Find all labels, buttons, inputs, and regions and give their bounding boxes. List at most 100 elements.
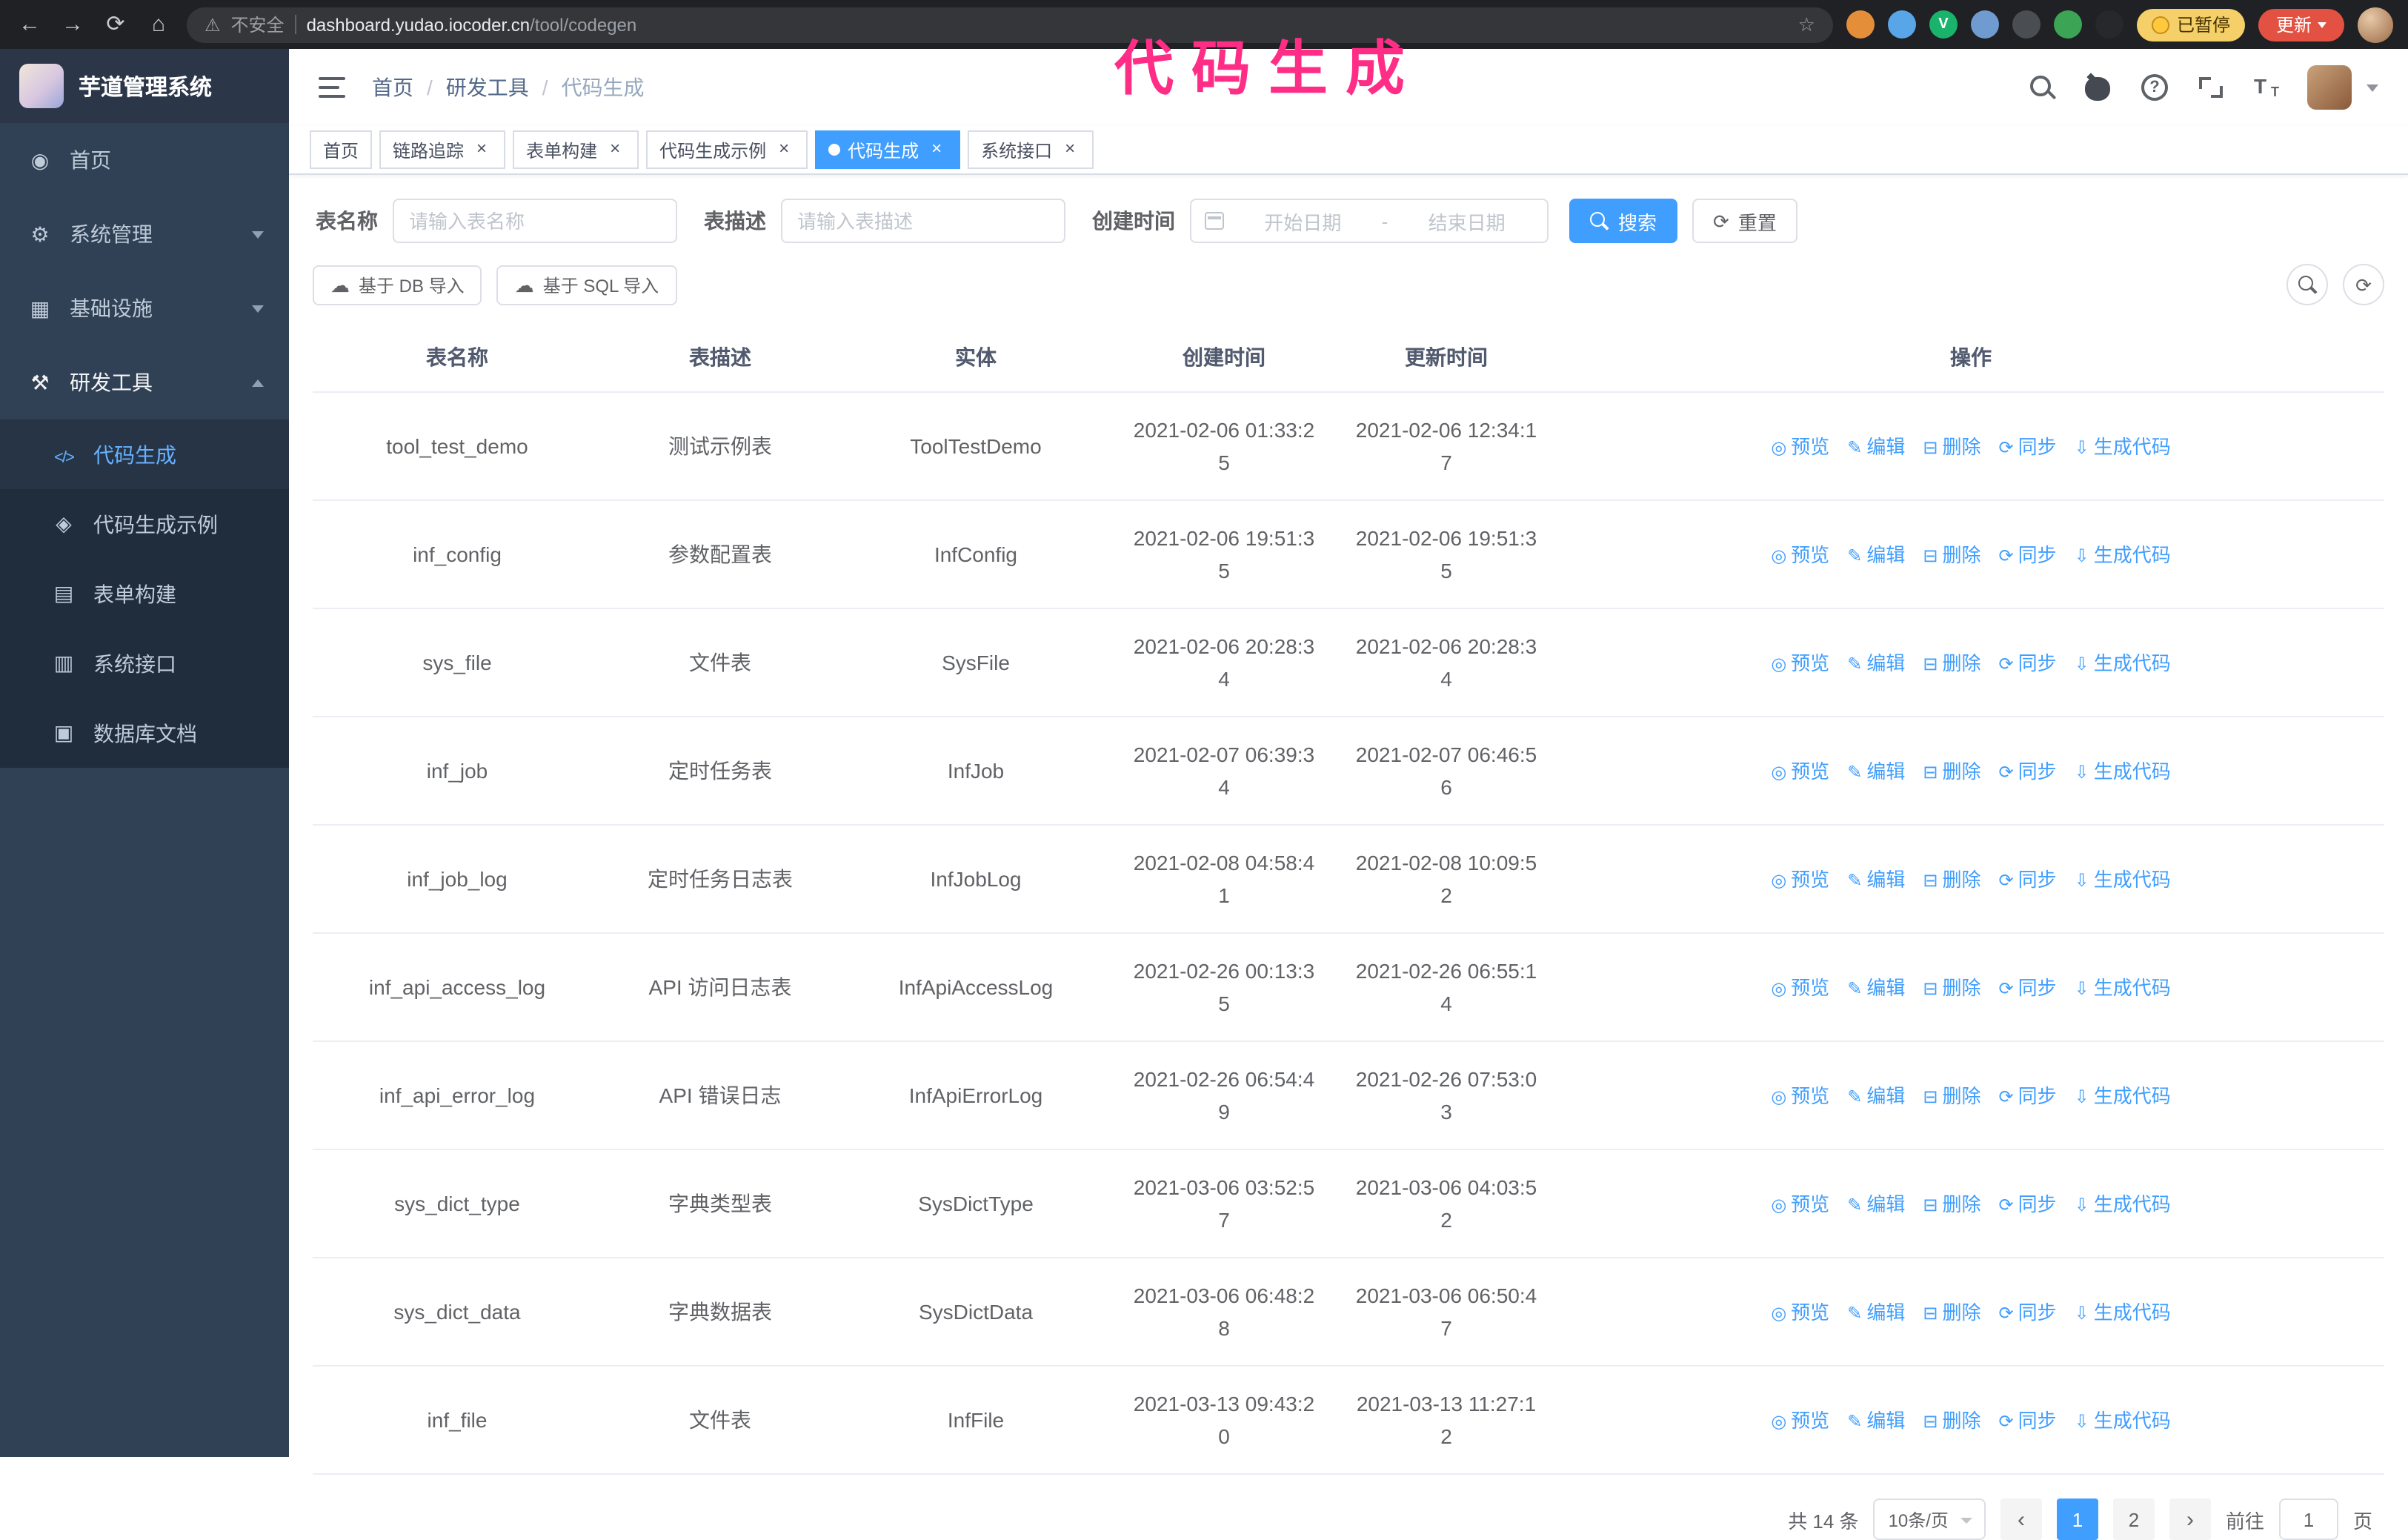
view-tab[interactable]: 系统接口 × — [968, 130, 1094, 169]
question-icon[interactable] — [2138, 71, 2171, 104]
extension-leaf-icon[interactable] — [2053, 10, 2082, 39]
fullscreen-icon[interactable] — [2195, 71, 2227, 104]
view-tab[interactable]: 代码生成示例 × — [646, 130, 808, 169]
delete-link[interactable]: ⊟ 删除 — [1923, 1192, 1980, 1215]
sidebar-submenu-item[interactable]: 系统接口 — [0, 628, 289, 698]
sync-link[interactable]: ⟳ 同步 — [1999, 760, 2057, 782]
prev-page-button[interactable]: ‹ — [2000, 1498, 2042, 1540]
generate-code-link[interactable]: ⇩ 生成代码 — [2075, 868, 2171, 890]
sidebar-submenu-item[interactable]: 代码生成 — [0, 419, 289, 489]
preview-link[interactable]: ◎ 预览 — [1771, 976, 1829, 998]
extension-people-icon[interactable] — [1970, 10, 1999, 39]
bookmark-star-icon[interactable]: ☆ — [1798, 13, 1815, 36]
delete-link[interactable]: ⊟ 删除 — [1923, 651, 1980, 674]
extension-green-v-icon[interactable]: V — [1929, 10, 1958, 39]
sidebar-menu-item[interactable]: 首页 — [0, 123, 289, 197]
delete-link[interactable]: ⊟ 删除 — [1923, 760, 1980, 782]
breadcrumb-item[interactable]: 代码生成 — [562, 73, 645, 102]
browser-forward-icon[interactable]: → — [58, 13, 87, 36]
edit-link[interactable]: ✎ 编辑 — [1847, 543, 1905, 565]
preview-link[interactable]: ◎ 预览 — [1771, 1409, 1829, 1431]
toggle-search-button[interactable] — [2286, 264, 2328, 305]
close-icon[interactable]: × — [471, 139, 492, 160]
browser-reload-icon[interactable]: ⟳ — [101, 13, 130, 36]
delete-link[interactable]: ⊟ 删除 — [1923, 1409, 1980, 1431]
view-tab[interactable]: 链路追踪 × — [379, 130, 506, 169]
close-icon[interactable]: × — [1060, 139, 1080, 160]
page-size-select[interactable]: 10条/页 — [1873, 1498, 1986, 1540]
browser-update-button[interactable]: 更新 — [2258, 8, 2344, 41]
reset-button[interactable]: ⟳ 重置 — [1692, 199, 1797, 243]
import-sql-button[interactable]: ☁ 基于 SQL 导入 — [496, 265, 677, 305]
sync-link[interactable]: ⟳ 同步 — [1999, 651, 2057, 674]
close-icon[interactable]: × — [605, 139, 625, 160]
import-db-button[interactable]: ☁ 基于 DB 导入 — [313, 265, 482, 305]
sync-link[interactable]: ⟳ 同步 — [1999, 1301, 2057, 1323]
date-range-picker[interactable]: 开始日期 - 结束日期 — [1190, 199, 1549, 243]
browser-back-icon[interactable]: ← — [15, 13, 44, 36]
generate-code-link[interactable]: ⇩ 生成代码 — [2075, 651, 2171, 674]
preview-link[interactable]: ◎ 预览 — [1771, 1301, 1829, 1323]
extension-orange-icon[interactable] — [1846, 10, 1875, 39]
preview-link[interactable]: ◎ 预览 — [1771, 651, 1829, 674]
edit-link[interactable]: ✎ 编辑 — [1847, 1192, 1905, 1215]
browser-home-icon[interactable]: ⌂ — [144, 13, 173, 36]
preview-link[interactable]: ◎ 预览 — [1771, 543, 1829, 565]
extension-black-icon[interactable] — [2095, 10, 2123, 39]
sidebar-toggle-icon[interactable] — [319, 77, 345, 98]
close-icon[interactable]: × — [774, 139, 794, 160]
edit-link[interactable]: ✎ 编辑 — [1847, 1409, 1905, 1431]
table-desc-input[interactable] — [781, 199, 1065, 243]
github-icon[interactable] — [2082, 71, 2115, 104]
browser-profile-avatar[interactable] — [2358, 7, 2393, 42]
sidebar-submenu-item[interactable]: 代码生成示例 — [0, 489, 289, 559]
paused-badge[interactable]: 已暂停 — [2136, 8, 2245, 41]
edit-link[interactable]: ✎ 编辑 — [1847, 868, 1905, 890]
sync-link[interactable]: ⟳ 同步 — [1999, 1084, 2057, 1106]
generate-code-link[interactable]: ⇩ 生成代码 — [2075, 1301, 2171, 1323]
preview-link[interactable]: ◎ 预览 — [1771, 1084, 1829, 1106]
sidebar-menu-item[interactable]: 基础设施 — [0, 271, 289, 345]
delete-link[interactable]: ⊟ 删除 — [1923, 976, 1980, 998]
generate-code-link[interactable]: ⇩ 生成代码 — [2075, 1084, 2171, 1106]
preview-link[interactable]: ◎ 预览 — [1771, 435, 1829, 457]
preview-link[interactable]: ◎ 预览 — [1771, 1192, 1829, 1215]
view-tab[interactable]: 表单构建 × — [513, 130, 639, 169]
delete-link[interactable]: ⊟ 删除 — [1923, 1301, 1980, 1323]
fontsize-icon[interactable] — [2251, 71, 2284, 104]
edit-link[interactable]: ✎ 编辑 — [1847, 976, 1905, 998]
user-menu-caret-icon[interactable] — [2367, 84, 2378, 97]
sync-link[interactable]: ⟳ 同步 — [1999, 1409, 2057, 1431]
user-avatar[interactable] — [2307, 65, 2352, 110]
breadcrumb-item[interactable]: 研发工具 — [446, 73, 529, 102]
table-name-input[interactable] — [393, 199, 677, 243]
sync-link[interactable]: ⟳ 同步 — [1999, 976, 2057, 998]
search-button[interactable]: 搜索 — [1569, 199, 1678, 243]
close-icon[interactable]: × — [926, 139, 947, 160]
page-number-button[interactable]: 2 — [2112, 1498, 2155, 1540]
delete-link[interactable]: ⊟ 删除 — [1923, 868, 1980, 890]
delete-link[interactable]: ⊟ 删除 — [1923, 543, 1980, 565]
next-page-button[interactable]: › — [2169, 1498, 2211, 1540]
app-logo[interactable]: 芋道管理系统 — [0, 49, 289, 123]
generate-code-link[interactable]: ⇩ 生成代码 — [2075, 543, 2171, 565]
view-tab[interactable]: 代码生成 × — [815, 130, 961, 169]
extension-blue-drop-icon[interactable] — [1887, 10, 1916, 39]
preview-link[interactable]: ◎ 预览 — [1771, 760, 1829, 782]
sidebar-menu-item[interactable]: 研发工具 — [0, 345, 289, 419]
delete-link[interactable]: ⊟ 删除 — [1923, 435, 1980, 457]
generate-code-link[interactable]: ⇩ 生成代码 — [2075, 1192, 2171, 1215]
sync-link[interactable]: ⟳ 同步 — [1999, 543, 2057, 565]
sidebar-menu-item[interactable]: 系统管理 — [0, 197, 289, 271]
generate-code-link[interactable]: ⇩ 生成代码 — [2075, 760, 2171, 782]
sync-link[interactable]: ⟳ 同步 — [1999, 868, 2057, 890]
goto-page-input[interactable] — [2278, 1498, 2338, 1540]
page-number-button[interactable]: 1 — [2056, 1498, 2098, 1540]
edit-link[interactable]: ✎ 编辑 — [1847, 1301, 1905, 1323]
sync-link[interactable]: ⟳ 同步 — [1999, 1192, 2057, 1215]
sidebar-submenu-item[interactable]: 数据库文档 — [0, 698, 289, 768]
edit-link[interactable]: ✎ 编辑 — [1847, 1084, 1905, 1106]
search-icon[interactable] — [2026, 71, 2058, 104]
edit-link[interactable]: ✎ 编辑 — [1847, 435, 1905, 457]
view-tab[interactable]: 首页 × — [310, 130, 373, 169]
